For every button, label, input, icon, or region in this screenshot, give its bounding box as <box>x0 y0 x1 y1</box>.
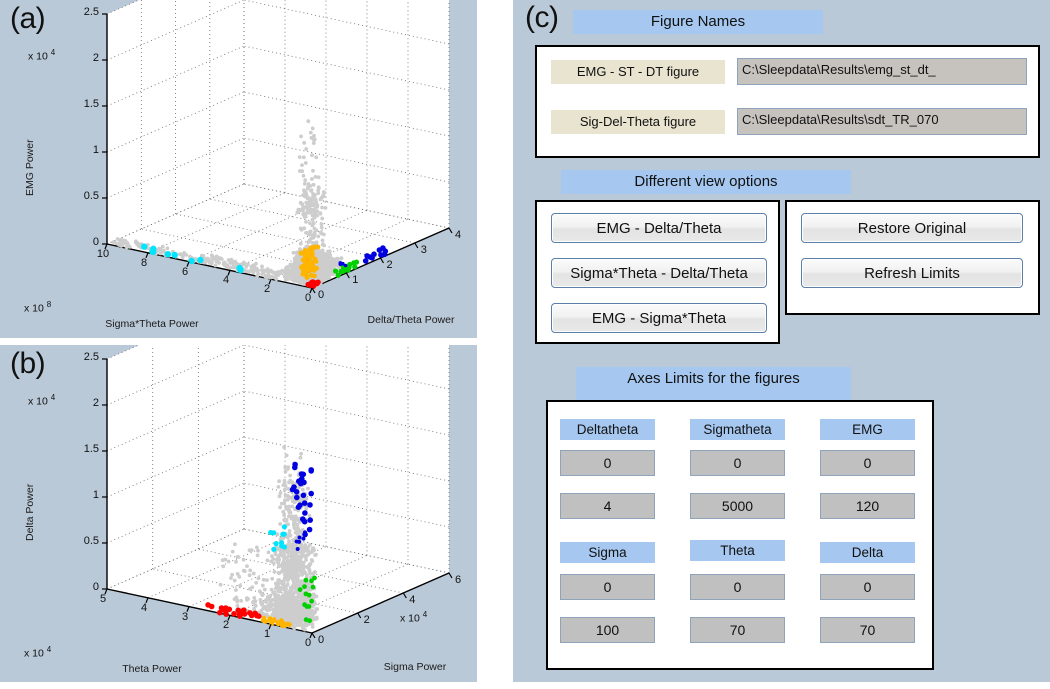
btn-restore-original[interactable]: Restore Original <box>801 213 1023 243</box>
plotA-ztick-2: 1 <box>92 144 99 156</box>
panel-c-tag: (c) <box>525 1 559 34</box>
panel-b-delta-scatter: (b) 0 0.5 1 1.5 2 2.5 5 4 3 2 1 0 0 2 4 6 x 10 4x 10 4x … <box>0 345 477 682</box>
plotA-ztick-3: 1.5 <box>83 98 99 110</box>
plotA-xlabel: Sigma*Theta Power <box>105 318 199 330</box>
plotB-xtick-3: 2 <box>222 619 230 632</box>
panel-c-control-gui: (c) Figure Names EMG - ST - DT figure C:… <box>513 0 1050 682</box>
axis-label-sigmatheta: Sigmatheta <box>690 419 785 440</box>
axis-label-theta: Theta <box>690 540 785 561</box>
plotA-xtick-2: 6 <box>181 265 189 278</box>
panel-a-emg-scatter: (a) 0 0.5 1 1.5 2 2.5 10 8 6 4 2 0 0 1 2 3 4 x 10 4x 10 8… <box>0 0 477 338</box>
plotA-xtick-3: 4 <box>222 274 230 287</box>
plotB-zlabel: Delta Power <box>24 483 36 541</box>
sig-del-theta-label: Sig-Del-Theta figure <box>551 110 725 134</box>
input-delta-min[interactable]: 0 <box>820 574 915 600</box>
axes-limits-header: Axes Limits for the figures <box>576 367 851 402</box>
input-delta-max[interactable]: 70 <box>820 617 915 643</box>
plotA-ytick-4: 4 <box>454 229 462 241</box>
btn-sigmatheta-deltatheta[interactable]: Sigma*Theta - Delta/Theta <box>551 258 767 288</box>
plotA-ytick-1: 1 <box>352 274 359 286</box>
input-theta-max[interactable]: 70 <box>690 617 785 643</box>
emg-st-dt-path-input[interactable]: C:\Sleepdata\Results\emg_st_dt_ <box>737 58 1027 85</box>
input-sigma-max[interactable]: 100 <box>560 617 655 643</box>
plotB-ztick-3: 1.5 <box>83 443 99 455</box>
plotB-ztick-0: 0 <box>92 581 99 593</box>
plotA-ytick-2: 2 <box>386 259 393 271</box>
plotB-z-exponent: x 10 4 <box>28 393 56 408</box>
plotB-ztick-1: 0.5 <box>83 535 99 547</box>
plotA-ztick-1: 0.5 <box>83 190 99 202</box>
figure-root: (a) 0 0.5 1 1.5 2 2.5 10 8 6 4 2 0 0 1 2 3 4 x 10 4x 10 8… <box>0 0 1050 689</box>
figure-names-header: Figure Names <box>573 10 823 34</box>
plotA-x-exponent: x 10 8 <box>24 300 52 315</box>
plotA-xtick-0: 10 <box>96 248 110 260</box>
input-sigma-min[interactable]: 0 <box>560 574 655 600</box>
plotB-xtick-5: 0 <box>304 637 312 649</box>
view-options-header: Different view options <box>561 170 851 194</box>
input-deltatheta-max[interactable]: 4 <box>560 493 655 519</box>
input-deltatheta-min[interactable]: 0 <box>560 450 655 476</box>
plotB-ztick-2: 1 <box>92 489 99 501</box>
input-sigmatheta-min[interactable]: 0 <box>690 450 785 476</box>
btn-emg-sigmatheta[interactable]: EMG - Sigma*Theta <box>551 303 767 333</box>
plotB-y-exponent: x 10 4 <box>400 610 428 625</box>
axis-label-emg: EMG <box>820 419 915 440</box>
axis-label-deltatheta: Deltatheta <box>560 419 655 440</box>
plotA-ztick-5: 2.5 <box>83 6 99 18</box>
plotB-x-exponent: x 10 4 <box>24 645 52 660</box>
input-sigmatheta-max[interactable]: 5000 <box>690 493 785 519</box>
plotA-ytick-3: 3 <box>420 244 427 256</box>
figure-names-group: EMG - ST - DT figure C:\Sleepdata\Result… <box>535 45 1040 158</box>
plotA-ztick-0: 0 <box>92 236 99 248</box>
input-theta-min[interactable]: 0 <box>690 574 785 600</box>
plotA-xtick-4: 2 <box>263 283 271 296</box>
plotB-xlabel: Theta Power <box>122 663 182 675</box>
plotB-ylabel: Sigma Power <box>383 661 447 673</box>
axis-label-delta: Delta <box>820 542 915 563</box>
view-options-left-group: EMG - Delta/Theta Sigma*Theta - Delta/Th… <box>535 200 780 344</box>
plotA-z-exponent: x 10 4 <box>28 48 56 63</box>
input-emg-min[interactable]: 0 <box>820 450 915 476</box>
plotA-ztick-4: 2 <box>92 52 99 64</box>
plotA-ylabel: Delta/Theta Power <box>367 314 455 326</box>
plotB-ytick-1: 2 <box>363 614 370 626</box>
plotA-xtick-1: 8 <box>140 256 148 269</box>
plotB-ytick-2: 4 <box>409 594 416 606</box>
plotA-zlabel: EMG Power <box>24 139 36 196</box>
input-emg-max[interactable]: 120 <box>820 493 915 519</box>
plotB-xtick-1: 4 <box>140 601 148 614</box>
axis-label-sigma: Sigma <box>560 542 655 563</box>
plotB-xtick-4: 1 <box>263 628 271 641</box>
plotB-xtick-2: 3 <box>181 610 189 623</box>
plotB-ytick-0: 0 <box>317 634 325 646</box>
sig-del-theta-path-input[interactable]: C:\Sleepdata\Results\sdt_TR_070 <box>737 108 1027 135</box>
plotB-ztick-4: 2 <box>92 397 99 409</box>
plotA-axes <box>102 0 453 294</box>
btn-refresh-limits[interactable]: Refresh Limits <box>801 258 1023 288</box>
plotB-axes <box>102 345 453 639</box>
axes-limits-group: Deltatheta Sigmatheta EMG 0 0 0 4 5000 1… <box>546 400 934 670</box>
emg-st-dt-label: EMG - ST - DT figure <box>551 60 725 84</box>
view-options-right-group: Restore Original Refresh Limits <box>785 200 1040 315</box>
btn-emg-delta-theta[interactable]: EMG - Delta/Theta <box>551 213 767 243</box>
plotB-ytick-3: 6 <box>454 574 462 586</box>
plotB-xtick-0: 5 <box>99 593 107 605</box>
plotA-xtick-5: 0 <box>304 292 312 304</box>
plotA-ytick-0: 0 <box>317 289 325 301</box>
plotB-ztick-5: 2.5 <box>83 351 99 363</box>
